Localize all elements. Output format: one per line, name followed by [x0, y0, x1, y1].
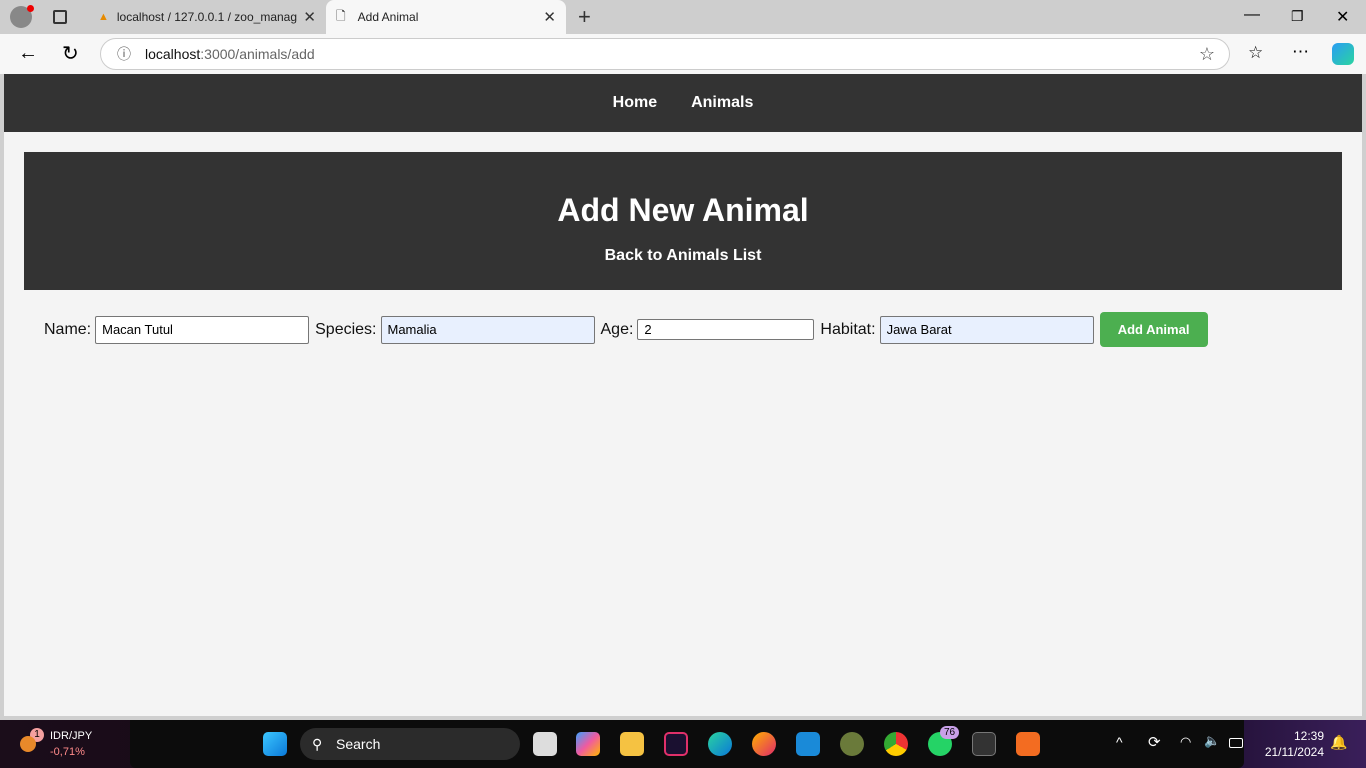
widget-currency[interactable]: 1 IDR/JPY -0,71%	[18, 728, 118, 760]
clock[interactable]: 12:39 21/11/2024	[1265, 728, 1324, 760]
whatsapp-badge: 76	[940, 726, 960, 739]
tab-actions-icon[interactable]	[53, 10, 67, 24]
sync-icon[interactable]: ⟳	[1148, 733, 1161, 751]
habitat-input[interactable]	[879, 315, 1094, 344]
tab-add-animal[interactable]: 🗋 Add Animal ✕	[326, 0, 566, 34]
tab-label: Add Animal	[357, 10, 419, 24]
start-icon[interactable]	[263, 732, 287, 756]
red-dot-icon	[27, 5, 34, 12]
new-tab-icon[interactable]: +	[578, 4, 591, 30]
volume-icon[interactable]: 🔈	[1204, 733, 1220, 749]
age-input[interactable]	[637, 319, 815, 340]
widget-value: -0,71%	[50, 746, 85, 758]
minimize-icon[interactable]: —	[1244, 6, 1260, 24]
close-tab-icon[interactable]: ✕	[303, 8, 316, 26]
address-bar-row: ← ↻ ⓘ localhost:3000/animals/add ☆ ☆ ⋯	[0, 34, 1366, 74]
browser-tab-bar: ▲ localhost / 127.0.0.1 / zoo_manag ✕ 🗋 …	[0, 0, 1366, 34]
taskbar-search[interactable]: ⚲ Search	[300, 728, 520, 760]
tab-phpmyadmin[interactable]: ▲ localhost / 127.0.0.1 / zoo_manag ✕	[88, 0, 326, 34]
url-input[interactable]: ⓘ localhost:3000/animals/add ☆	[100, 38, 1230, 70]
add-animal-button[interactable]: Add Animal	[1099, 312, 1208, 347]
show-hidden-icons[interactable]: ^	[1116, 734, 1123, 750]
name-input[interactable]	[95, 315, 310, 344]
terminal-icon[interactable]	[972, 732, 996, 756]
species-label: Species:	[315, 320, 377, 338]
top-nav: Home Animals	[4, 74, 1362, 132]
refresh-icon[interactable]: ↻	[62, 41, 79, 66]
age-label: Age:	[600, 320, 634, 338]
battery-icon[interactable]	[1229, 738, 1243, 748]
more-icon[interactable]: ⋯	[1292, 42, 1309, 62]
phpmyadmin-icon: ▲	[98, 11, 109, 23]
info-icon[interactable]: ⓘ	[117, 44, 131, 64]
search-icon: ⚲	[312, 736, 323, 752]
header-banner: Add New Animal Back to Animals List	[24, 152, 1342, 290]
favorites-icon[interactable]: ☆	[1248, 43, 1263, 63]
notification-bell-icon[interactable]: 🔔	[1330, 734, 1347, 751]
time: 12:39	[1293, 729, 1324, 743]
nav-home[interactable]: Home	[613, 94, 657, 112]
file-explorer-icon[interactable]	[620, 732, 644, 756]
page-icon: 🗋	[336, 8, 346, 23]
page-title: Add New Animal	[557, 192, 809, 228]
url-host: localhost	[145, 46, 201, 62]
app-icon[interactable]	[664, 732, 688, 756]
close-window-icon[interactable]: ✕	[1336, 7, 1349, 27]
tab-label: localhost / 127.0.0.1 / zoo_manag	[116, 10, 298, 24]
widget-title: IDR/JPY	[50, 730, 93, 742]
nav-animals[interactable]: Animals	[691, 94, 753, 112]
web-page: Home Animals Add New Animal Back to Anim…	[4, 74, 1362, 716]
date: 21/11/2024	[1264, 745, 1324, 759]
vscode-icon[interactable]	[796, 732, 820, 756]
task-view-icon[interactable]	[533, 732, 557, 756]
add-animal-form: Name: Species: Age: Habitat: Add Animal	[44, 312, 1362, 347]
back-to-list-link[interactable]: Back to Animals List	[24, 247, 1342, 265]
currency-icon	[20, 736, 36, 752]
close-tab-icon[interactable]: ✕	[543, 8, 556, 26]
search-label: Search	[336, 736, 381, 752]
species-input[interactable]	[380, 315, 595, 344]
chrome-icon[interactable]	[884, 732, 908, 756]
edge-icon[interactable]	[708, 732, 732, 756]
restore-icon[interactable]: ❐	[1291, 8, 1304, 25]
taskbar: 1 IDR/JPY -0,71% ⚲ Search 76 ^ ⟳ ◠ 🔈 12:…	[0, 720, 1366, 768]
back-icon[interactable]: ←	[18, 42, 38, 65]
habitat-label: Habitat:	[820, 320, 876, 338]
xampp-icon[interactable]	[1016, 732, 1040, 756]
wifi-icon[interactable]: ◠	[1180, 734, 1191, 750]
url-rest: :3000/animals/add	[200, 46, 315, 62]
copilot-icon[interactable]	[1332, 43, 1354, 65]
favorite-star-icon[interactable]: ☆	[1199, 44, 1215, 65]
name-label: Name:	[44, 320, 92, 338]
app2-icon[interactable]	[840, 732, 864, 756]
copilot-app-icon[interactable]	[576, 732, 600, 756]
firefox-icon[interactable]	[752, 732, 776, 756]
